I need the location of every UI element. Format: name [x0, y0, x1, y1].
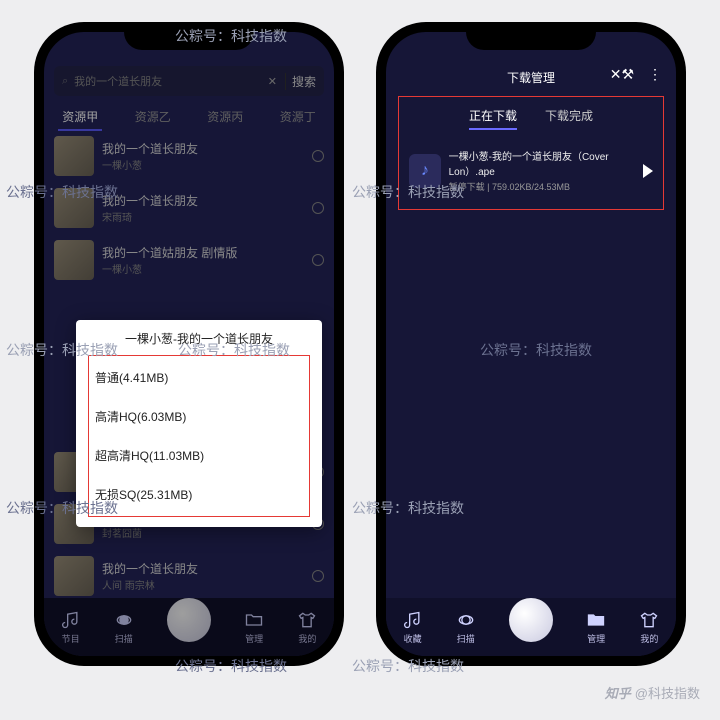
tab-source-a[interactable]: 资源甲 — [58, 104, 102, 131]
clear-icon[interactable]: ✕ — [260, 75, 285, 88]
notch — [124, 24, 254, 50]
dialog-title: 一棵小葱-我的一个道长朋友 — [88, 330, 310, 347]
nav-scan[interactable]: 扫描 — [114, 610, 134, 645]
music-icon — [403, 610, 423, 630]
more-icon[interactable]: ⋮ — [648, 66, 662, 83]
album-art — [54, 556, 94, 596]
search-icon: ⌕ — [62, 75, 68, 88]
list-item[interactable]: 我的一个道长朋友人间 雨宗林 — [44, 550, 334, 598]
tab-source-d[interactable]: 资源丁 — [276, 104, 320, 131]
list-item[interactable]: 我的一个道长朋友一棵小葱 — [44, 130, 334, 182]
quality-options: 普通(4.41MB) 高清HQ(6.03MB) 超高清HQ(11.03MB) 无… — [88, 355, 310, 517]
shirt-icon — [297, 610, 317, 630]
stage: ⌕ 我的一个道长朋友 ✕ 搜索 资源甲 资源乙 资源丙 资源丁 我的一个道长朋友… — [0, 0, 720, 720]
screen-right: 下载管理 ✕⚒ ⋮ 正在下载 下载完成 ♪ 一棵小葱-我的一个道长朋友（Cove… — [386, 32, 676, 656]
nav-mine[interactable]: 我的 — [297, 610, 317, 645]
download-icon[interactable] — [312, 254, 324, 266]
quality-option-hq[interactable]: 高清HQ(6.03MB) — [91, 397, 307, 436]
music-icon — [61, 610, 81, 630]
bottom-nav: 节目 扫描 管理 我的 — [44, 598, 334, 656]
phone-right: 下载管理 ✕⚒ ⋮ 正在下载 下载完成 ♪ 一棵小葱-我的一个道长朋友（Cove… — [378, 24, 684, 664]
shirt-icon — [639, 610, 659, 630]
planet-icon — [456, 610, 476, 630]
download-icon[interactable] — [312, 570, 324, 582]
music-file-icon: ♪ — [409, 154, 441, 188]
notch — [466, 24, 596, 50]
quality-option-sq[interactable]: 无损SQ(25.31MB) — [91, 475, 307, 514]
nav-manage[interactable]: 管理 — [586, 610, 606, 645]
song-artist: 人间 雨宗林 — [102, 577, 198, 592]
song-artist: 宋雨琦 — [102, 209, 198, 224]
nav-manage[interactable]: 管理 — [244, 610, 264, 645]
album-art — [54, 136, 94, 176]
phone-left: ⌕ 我的一个道长朋友 ✕ 搜索 资源甲 资源乙 资源丙 资源丁 我的一个道长朋友… — [36, 24, 342, 664]
zhihu-watermark: 知乎@科技指数 — [605, 683, 700, 702]
screen-left: ⌕ 我的一个道长朋友 ✕ 搜索 资源甲 资源乙 资源丙 资源丁 我的一个道长朋友… — [44, 32, 334, 656]
song-title: 我的一个道姑朋友 剧情版 — [102, 244, 237, 261]
bottom-nav: 收藏 扫描 管理 我的 — [386, 598, 676, 656]
folder-icon — [586, 610, 606, 630]
download-filename: 一棵小葱-我的一个道长朋友（Cover Lon）.ape — [449, 148, 643, 178]
tools-icon[interactable]: ✕⚒ — [610, 66, 634, 83]
search-input[interactable]: 我的一个道长朋友 — [74, 73, 162, 89]
song-title: 我的一个道长朋友 — [102, 192, 198, 209]
search-button[interactable]: 搜索 — [285, 73, 316, 90]
list-item[interactable]: 我的一个道长朋友宋雨琦 — [44, 182, 334, 234]
search-bar[interactable]: ⌕ 我的一个道长朋友 ✕ 搜索 — [54, 66, 324, 96]
nav-mine[interactable]: 我的 — [639, 610, 659, 645]
toolbar: ✕⚒ ⋮ — [610, 66, 662, 83]
song-title: 我的一个道长朋友 — [102, 140, 198, 157]
quality-option-uhq[interactable]: 超高清HQ(11.03MB) — [91, 436, 307, 475]
folder-icon — [244, 610, 264, 630]
nav-center-button[interactable] — [167, 598, 211, 642]
download-icon[interactable] — [312, 150, 324, 162]
source-tabs: 资源甲 资源乙 资源丙 资源丁 — [44, 104, 334, 131]
download-panel: 正在下载 下载完成 ♪ 一棵小葱-我的一个道长朋友（Cover Lon）.ape… — [398, 96, 664, 210]
nav-favorites[interactable]: 收藏 — [403, 610, 423, 645]
tab-completed[interactable]: 下载完成 — [545, 107, 593, 130]
planet-icon — [114, 610, 134, 630]
resume-icon[interactable] — [643, 164, 653, 178]
quality-option-normal[interactable]: 普通(4.41MB) — [91, 358, 307, 397]
song-artist: 一棵小葱 — [102, 157, 198, 172]
song-artist: 封茗囧菌 — [102, 525, 198, 540]
nav-center-button[interactable] — [509, 598, 553, 642]
tab-downloading[interactable]: 正在下载 — [469, 107, 517, 130]
tab-source-b[interactable]: 资源乙 — [131, 104, 175, 131]
nav-scan[interactable]: 扫描 — [456, 610, 476, 645]
list-item[interactable]: 我的一个道姑朋友 剧情版一棵小葱 — [44, 234, 334, 286]
tab-source-c[interactable]: 资源丙 — [203, 104, 247, 131]
download-status: 暂停下载 | 759.02KB/24.53MB — [449, 180, 643, 193]
download-icon[interactable] — [312, 202, 324, 214]
nav-library[interactable]: 节目 — [61, 610, 81, 645]
album-art — [54, 240, 94, 280]
song-title: 我的一个道长朋友 — [102, 560, 198, 577]
download-tabs: 正在下载 下载完成 — [399, 97, 663, 140]
download-item[interactable]: ♪ 一棵小葱-我的一个道长朋友（Cover Lon）.ape 暂停下载 | 75… — [399, 140, 663, 201]
song-artist: 一棵小葱 — [102, 261, 237, 276]
quality-dialog: 一棵小葱-我的一个道长朋友 普通(4.41MB) 高清HQ(6.03MB) 超高… — [76, 320, 322, 527]
album-art — [54, 188, 94, 228]
